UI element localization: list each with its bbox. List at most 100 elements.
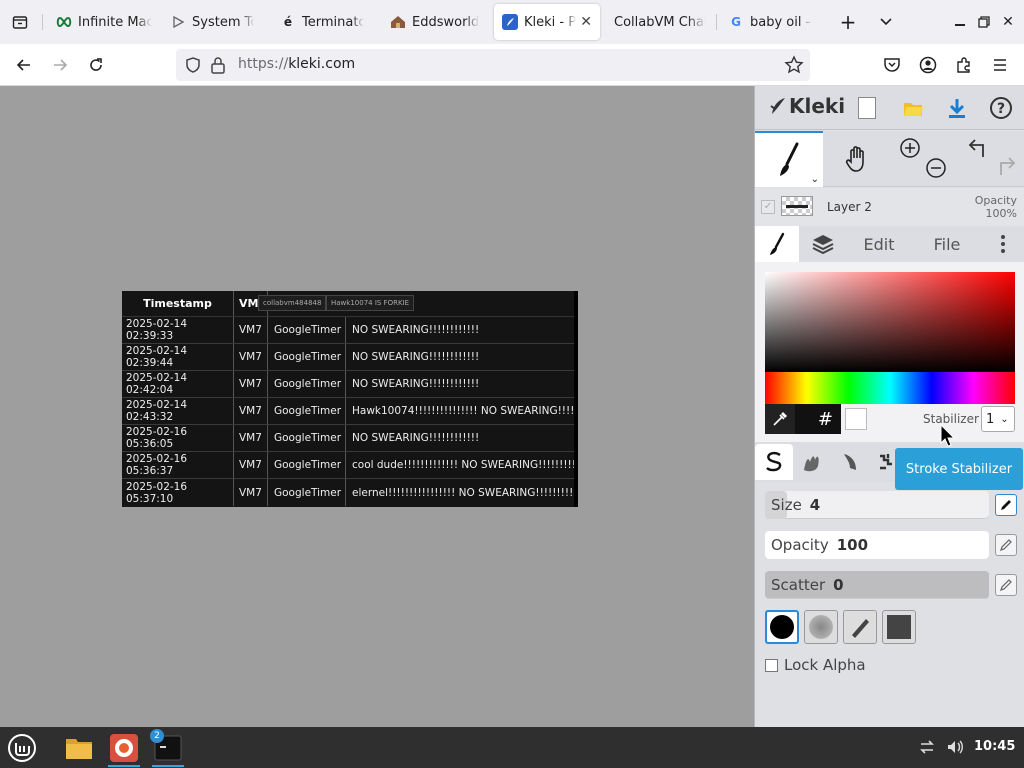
brush-shape-chisel[interactable]	[843, 610, 877, 644]
cell-user: GoogleTimer	[268, 398, 346, 424]
tab-edit[interactable]: Edit	[849, 226, 909, 262]
tab-collabvm-chat[interactable]: CollabVM Chat	[606, 4, 714, 40]
layer-preview-row[interactable]: ✓ Layer 2 Opacity 100%	[755, 188, 1024, 226]
list-all-tabs-button[interactable]	[872, 8, 900, 36]
tab-separator	[42, 14, 43, 30]
new-tab-button[interactable]: +	[834, 8, 862, 36]
brush-tool-button[interactable]: ⌄	[755, 131, 823, 187]
tab-list-button[interactable]	[6, 8, 34, 36]
tab-terminator[interactable]: é Terminator	[272, 4, 372, 40]
overlay-label: Hawk10074 IS FORKIE	[326, 295, 415, 311]
cell-timestamp: 2025-02-14 02:42:04	[122, 371, 234, 397]
files-app-button[interactable]	[60, 729, 98, 767]
undo-redo-buttons	[963, 131, 1019, 187]
opacity-slider[interactable]: Opacity 100	[765, 531, 989, 559]
kleki-logo-text: Kleki	[789, 94, 846, 118]
brush-shape-square[interactable]	[882, 610, 916, 644]
shield-icon[interactable]	[184, 56, 202, 74]
sketchy-brush-tab[interactable]	[831, 444, 869, 480]
address-bar[interactable]: https://kleki.com	[176, 49, 810, 81]
table-row: 2025-02-16 05:36:05 VM7 GoogleTimer NO SWEA…	[122, 425, 574, 452]
tab-baby-oil[interactable]: G baby oil - G	[720, 4, 820, 40]
scatter-slider[interactable]: Scatter 0	[765, 571, 989, 599]
sketchy-brush-icon	[844, 454, 856, 470]
new-image-button[interactable]	[853, 94, 881, 122]
secondary-color-swatch[interactable]	[845, 408, 867, 430]
size-pressure-toggle[interactable]	[995, 494, 1017, 516]
minimize-button[interactable]	[950, 12, 970, 32]
tab-kleki[interactable]: Kleki - Pa ✕	[494, 4, 600, 40]
brush-shape-round[interactable]	[765, 610, 799, 644]
tab-eddsworld[interactable]: Eddsworld	[382, 4, 488, 40]
kleki-top-bar: Kleki ?	[755, 86, 1024, 130]
account-button[interactable]	[914, 51, 942, 79]
bookmark-star-icon[interactable]	[784, 55, 804, 75]
plus-icon: +	[839, 10, 857, 34]
pen-stroke-icon	[766, 451, 782, 472]
pocket-icon	[884, 58, 900, 72]
maximize-button[interactable]	[974, 12, 994, 32]
circle-icon	[770, 615, 794, 639]
redo-icon[interactable]	[993, 155, 1017, 177]
table-row: 2025-02-14 02:42:04 VM7 GoogleTimer NO SWEA…	[122, 371, 574, 398]
pen-brush-tab[interactable]	[755, 444, 793, 480]
close-tab-icon[interactable]: ✕	[576, 14, 592, 30]
tab-layers[interactable]	[801, 226, 845, 262]
reload-button[interactable]	[82, 51, 110, 79]
saturation-value-picker[interactable]	[765, 272, 1015, 372]
blend-brush-tab[interactable]	[793, 444, 831, 480]
network-icon[interactable]	[918, 738, 936, 756]
taskbar: 2 10:45	[0, 727, 1024, 768]
app-menu-button[interactable]	[986, 51, 1014, 79]
drawing-canvas[interactable]: Timestamp VM Message collabvm484848 Hawk…	[0, 86, 754, 727]
tab-system-tools[interactable]: System Too	[162, 4, 262, 40]
mouse-cursor-icon	[940, 424, 956, 447]
hue-slider[interactable]	[765, 372, 1015, 404]
size-slider[interactable]: Size 4	[765, 491, 989, 519]
undo-icon[interactable]	[967, 137, 991, 159]
start-menu-button[interactable]	[4, 729, 40, 767]
close-window-button[interactable]: ✕	[998, 12, 1018, 32]
stabilizer-select[interactable]: 1 ⌄	[981, 406, 1015, 432]
cell-vm: VM7	[234, 479, 268, 506]
zoom-in-icon[interactable]	[899, 137, 921, 159]
tab-infinite-mac[interactable]: Infinite Mac	[48, 4, 160, 40]
lock-alpha-label: Lock Alpha	[784, 656, 866, 674]
clock[interactable]: 10:45	[974, 739, 1015, 754]
help-button[interactable]: ?	[987, 94, 1015, 122]
volume-icon[interactable]	[946, 738, 964, 756]
stabilizer-value: 1	[986, 411, 995, 427]
layer-visibility-checkbox[interactable]: ✓	[761, 200, 775, 214]
lock-alpha-checkbox[interactable]: Lock Alpha	[765, 656, 866, 674]
chevron-down-icon: ⌄	[1000, 413, 1009, 425]
back-button[interactable]	[10, 51, 38, 79]
panel-tabs: Edit File	[755, 226, 1024, 262]
hand-tool-button[interactable]	[835, 131, 881, 187]
cell-vm: VM7	[234, 344, 268, 370]
forward-button[interactable]	[46, 51, 74, 79]
brush-shape-soft[interactable]	[804, 610, 838, 644]
cell-message: Hawk10074!!!!!!!!!!!!!!! NO SWEARING!!!!…	[352, 405, 574, 417]
url-text[interactable]: https://kleki.com	[238, 56, 355, 72]
lock-icon[interactable]	[210, 56, 226, 74]
tab-file[interactable]: File	[917, 226, 977, 262]
tab-title: Terminator	[302, 14, 364, 30]
eyedropper-button[interactable]	[765, 404, 795, 434]
zoom-out-icon[interactable]	[925, 157, 947, 179]
save-image-button[interactable]	[943, 94, 971, 122]
opacity-pressure-toggle[interactable]	[995, 534, 1017, 556]
kleki-logo[interactable]: Kleki	[769, 94, 845, 118]
scatter-pressure-toggle[interactable]	[995, 574, 1017, 596]
extensions-button[interactable]	[950, 51, 978, 79]
firefox-app-button[interactable]	[104, 729, 144, 767]
pocket-button[interactable]	[878, 51, 906, 79]
chevron-down-icon	[880, 18, 892, 26]
more-menu-button[interactable]	[987, 226, 1019, 262]
chevron-down-icon[interactable]: ⌄	[811, 174, 819, 185]
soft-circle-icon	[809, 615, 833, 639]
cell-user: GoogleTimer	[268, 425, 346, 451]
kleki-logo-icon	[770, 98, 785, 114]
tab-brush[interactable]	[755, 226, 799, 262]
open-image-button[interactable]	[899, 94, 927, 122]
hex-input-button[interactable]: #	[795, 404, 841, 434]
